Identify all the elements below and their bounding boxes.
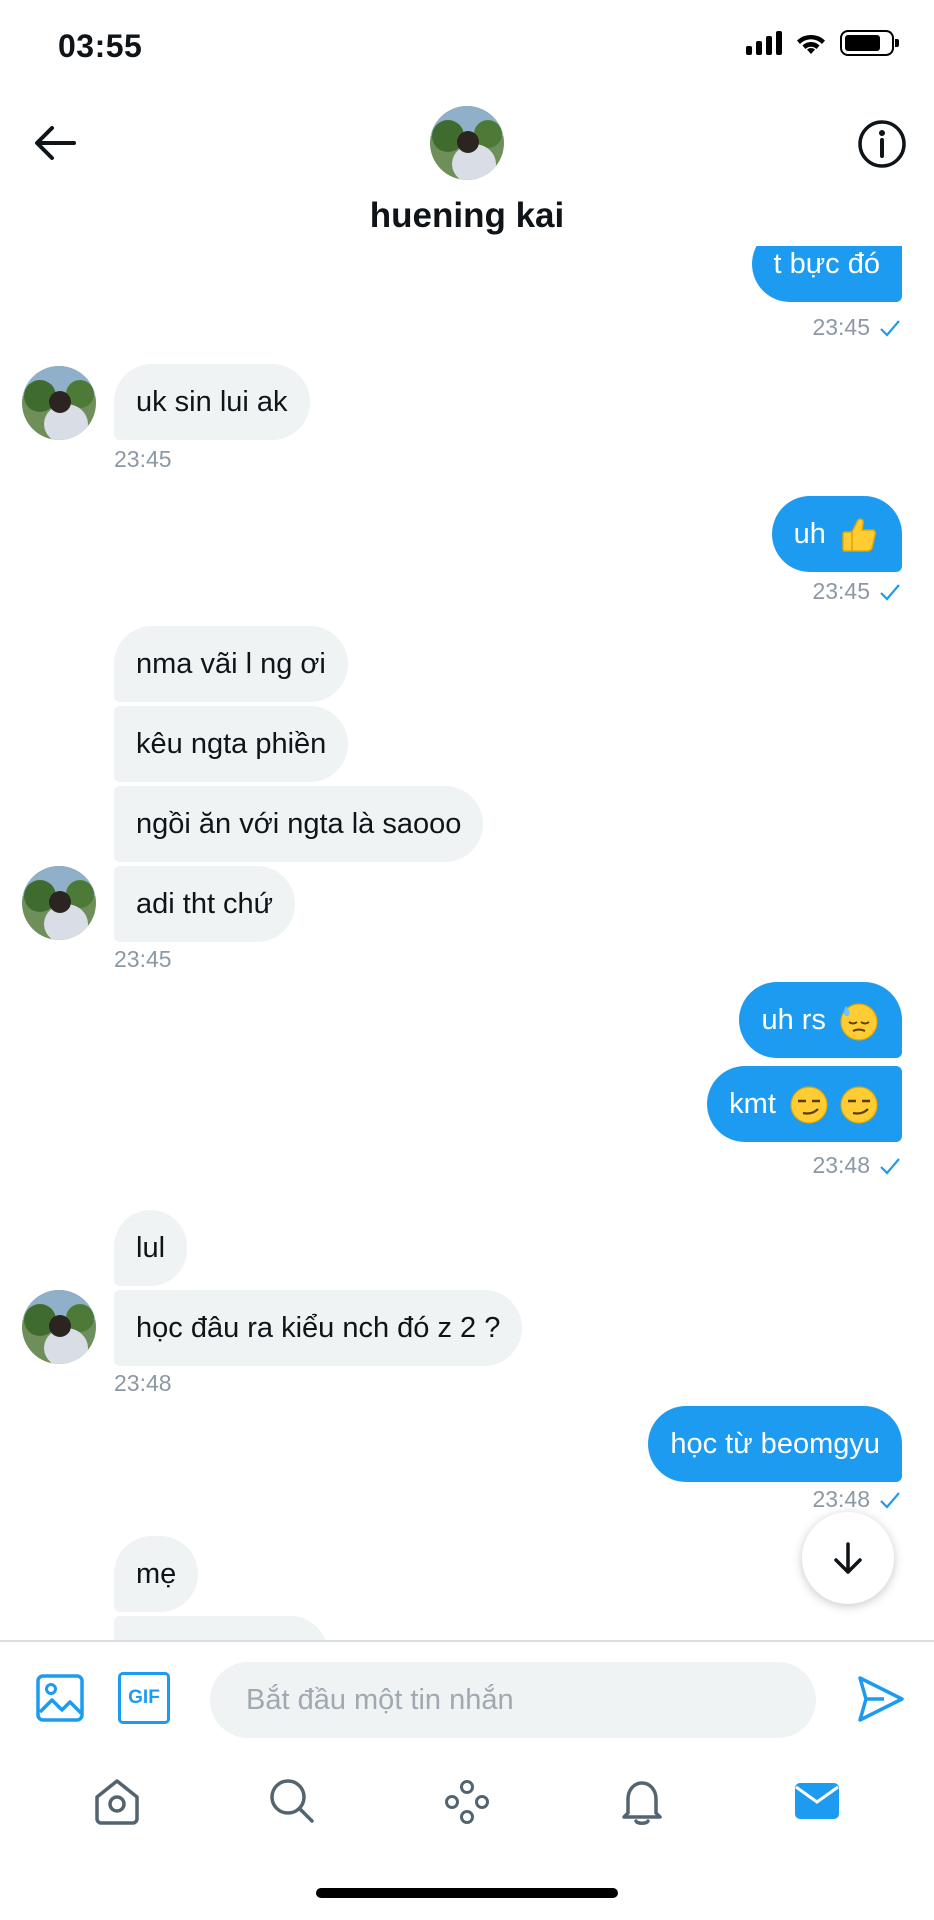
spaces-icon: [444, 1780, 489, 1824]
tab-home[interactable]: [89, 1773, 145, 1829]
sent-message[interactable]: uh: [771, 496, 902, 572]
tab-notifications[interactable]: [614, 1773, 670, 1829]
battery-icon: [840, 30, 899, 56]
sent-message[interactable]: t bực đó: [751, 246, 902, 302]
contact-avatar[interactable]: [430, 106, 504, 180]
sent-message[interactable]: kmt: [707, 1066, 902, 1142]
sent-check-icon: [880, 319, 900, 337]
message-timestamp: 23:45: [114, 446, 172, 472]
bottom-tab-bar: [0, 1746, 934, 1856]
scroll-to-bottom-button[interactable]: [802, 1512, 894, 1604]
contact-avatar[interactable]: [22, 366, 96, 440]
image-icon[interactable]: [34, 1672, 86, 1724]
wifi-icon: [797, 34, 825, 54]
search-icon: [270, 1779, 314, 1823]
message-timestamp: 23:48: [812, 1486, 902, 1513]
received-message[interactable]: lul: [114, 1210, 188, 1286]
message-timestamp: 23:48: [114, 1370, 172, 1396]
downcast-sweat-face-icon: [840, 1003, 878, 1041]
contact-avatar[interactable]: [22, 1290, 96, 1364]
message-input[interactable]: [210, 1662, 816, 1738]
received-message[interactable]: [114, 1616, 328, 1640]
message-timestamp: 23:45: [812, 314, 902, 341]
sent-message[interactable]: uh rs: [739, 982, 902, 1058]
received-message[interactable]: nma vãi l ng ơi: [114, 626, 348, 702]
sent-check-icon: [880, 1157, 900, 1175]
arrow-left-icon[interactable]: [30, 118, 80, 168]
tab-spaces[interactable]: [439, 1773, 495, 1829]
info-icon[interactable]: [856, 118, 908, 170]
status-time: 03:55: [58, 28, 143, 64]
conversation-header: huening kai: [0, 96, 934, 246]
received-message[interactable]: mẹ: [114, 1536, 199, 1612]
tab-messages[interactable]: [789, 1773, 845, 1829]
thumbs-up-icon: [842, 518, 877, 553]
message-timestamp: 23:48: [812, 1152, 902, 1179]
tab-search[interactable]: [264, 1773, 320, 1829]
signal-icon: [746, 31, 782, 55]
message-list[interactable]: t bực đó 23:45 uk sin lui ak 23:45 uh 23…: [0, 246, 934, 1640]
status-bar: 03:55: [0, 0, 934, 96]
gif-button[interactable]: GIF: [118, 1672, 170, 1724]
received-message[interactable]: uk sin lui ak: [114, 364, 310, 440]
status-icons: [746, 30, 899, 56]
message-timestamp: 23:45: [812, 578, 902, 605]
battery-level: [845, 35, 881, 51]
smirk-face-icon: [790, 1086, 828, 1124]
sent-check-icon: [880, 1491, 900, 1509]
messages-icon: [794, 1783, 839, 1819]
arrow-down-icon: [834, 1542, 862, 1574]
received-message[interactable]: kêu ngta phiền: [114, 706, 349, 782]
contact-avatar[interactable]: [22, 866, 96, 940]
smirk-face-icon: [840, 1086, 878, 1124]
send-icon[interactable]: [854, 1672, 908, 1726]
received-message[interactable]: ngồi ăn với ngta là saooo: [114, 786, 484, 862]
received-message[interactable]: adi tht chứ: [114, 866, 296, 942]
contact-name[interactable]: huening kai: [0, 196, 934, 236]
home-indicator[interactable]: [316, 1888, 618, 1898]
sent-message[interactable]: học từ beomgyu: [648, 1406, 902, 1482]
notifications-icon: [622, 1781, 662, 1825]
sent-check-icon: [880, 583, 900, 601]
message-timestamp: 23:45: [114, 946, 172, 972]
home-icon: [95, 1779, 140, 1825]
message-composer: GIF: [0, 1640, 934, 1746]
received-message[interactable]: học đâu ra kiểu nch đó z 2 ?: [114, 1290, 523, 1366]
